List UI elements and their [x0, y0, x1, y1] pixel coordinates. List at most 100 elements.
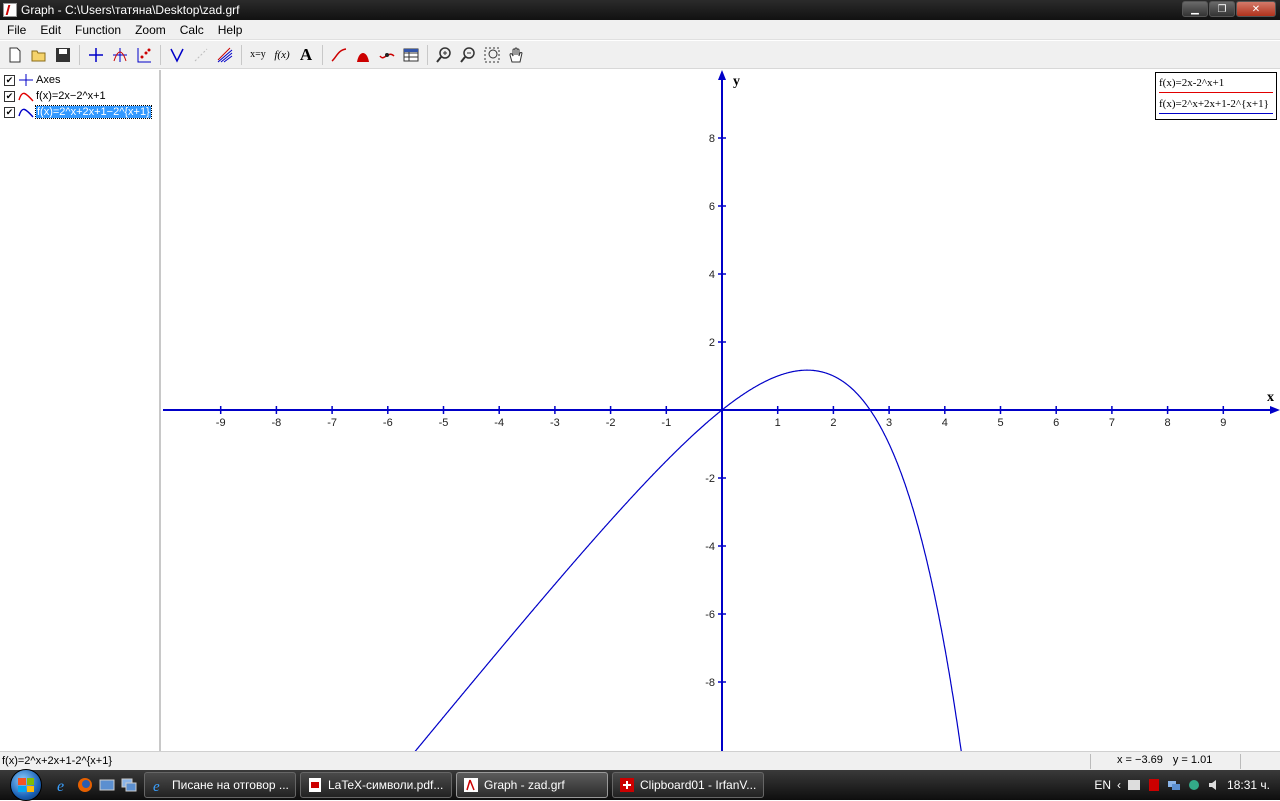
y-tick-label: 8: [709, 133, 715, 145]
pdf-icon: [309, 778, 321, 792]
taskbar-button-label: Graph - zad.grf: [484, 778, 565, 792]
firefox-icon[interactable]: [74, 774, 96, 796]
red-curve-icon: [18, 92, 34, 102]
insert-text-button[interactable]: A: [294, 43, 318, 67]
start-button[interactable]: [0, 769, 52, 801]
graph-canvas[interactable]: -9 -8 -7 -6 -5 -4 -3 -2 -1 1 2 3 4 5 6 7 8 9 8 6 4 2 -2 -4 -6 -8 x…: [163, 70, 1280, 751]
function-list-item-f2[interactable]: ✔ f(x)=2^x+2x+1−2^{x+1}: [0, 104, 159, 120]
save-disk-icon[interactable]: [51, 43, 75, 67]
menu-function[interactable]: Function: [68, 23, 128, 37]
x-tick-label: -6: [383, 417, 393, 429]
tangent-icon[interactable]: [165, 43, 189, 67]
title-bar: Graph - C:\Users\татяна\Desktop\zad.grf …: [0, 0, 1280, 20]
menu-edit[interactable]: Edit: [33, 23, 68, 37]
zoom-window-icon[interactable]: [480, 43, 504, 67]
irfanview-icon: [620, 778, 634, 792]
legend-label: f(x)=2^x+2x+1-2^{x+1}: [1159, 98, 1269, 110]
function-list-panel: ✔ Axes ✔ f(x)=2x−2^x+1 ✔ f(x)=2^x+2x+1−2…: [0, 70, 161, 751]
evaluate-icon[interactable]: [375, 43, 399, 67]
show-desktop-icon[interactable]: [96, 774, 118, 796]
legend-box: f(x)=2x-2^x+1 f(x)=2^x+2x+1-2^{x+1}: [1155, 72, 1277, 120]
insert-function-icon[interactable]: [108, 43, 132, 67]
x-tick-label: -1: [661, 417, 671, 429]
visibility-checkbox[interactable]: ✔: [4, 106, 15, 118]
minimize-button[interactable]: ▁: [1182, 1, 1208, 17]
switch-windows-icon[interactable]: [118, 774, 140, 796]
menu-file[interactable]: File: [0, 23, 33, 37]
insert-fx-button[interactable]: f(x): [270, 43, 294, 67]
x-tick-label: 9: [1220, 417, 1226, 429]
status-function: f(x)=2^x+2x+1-2^{x+1}: [2, 755, 112, 767]
function-list-item-axes[interactable]: ✔ Axes: [0, 72, 159, 88]
clock[interactable]: 18:31 ч.: [1227, 778, 1270, 792]
y-tick-label: -6: [705, 609, 715, 621]
graph-app-icon: [3, 3, 17, 17]
network-icon[interactable]: [1167, 778, 1181, 792]
x-tick-label: 4: [942, 417, 948, 429]
x-axis-label: x: [1267, 390, 1274, 405]
toolbar-separator: [79, 44, 80, 65]
axes-icon[interactable]: [84, 43, 108, 67]
cursor-coordinates: x = −3.69 y = 1.01: [1090, 753, 1240, 769]
taskbar-button-graph[interactable]: Graph - zad.grf: [456, 772, 608, 798]
menu-help[interactable]: Help: [211, 23, 250, 37]
status-panel: [1240, 753, 1280, 769]
close-button[interactable]: ✕: [1236, 1, 1276, 17]
new-file-icon[interactable]: [3, 43, 27, 67]
ie-icon: e: [153, 779, 160, 793]
menu-zoom[interactable]: Zoom: [128, 23, 173, 37]
taskbar-button-pdf[interactable]: LaTeX-символи.pdf...: [300, 772, 452, 798]
plot-svg[interactable]: -9 -8 -7 -6 -5 -4 -3 -2 -1 1 2 3 4 5 6 7 8 9 8 6 4 2 -2 -4 -6 -8 x…: [163, 70, 1280, 751]
open-folder-icon[interactable]: [27, 43, 51, 67]
visibility-checkbox[interactable]: ✔: [4, 90, 15, 102]
x-axis-arrow: [1270, 406, 1280, 414]
x-tick-label: 1: [775, 417, 781, 429]
windows-orb-icon: [10, 769, 42, 801]
tray-app-icon[interactable]: [1127, 778, 1141, 792]
table-icon[interactable]: [399, 43, 423, 67]
volume-icon[interactable]: [1207, 778, 1221, 792]
tray-expand-icon[interactable]: ‹: [1117, 778, 1121, 792]
zoom-in-icon[interactable]: [432, 43, 456, 67]
toolbar-separator: [241, 44, 242, 65]
series-line-1: [414, 369, 962, 751]
ie-icon[interactable]: e: [52, 774, 74, 796]
taskbar-button-label: Clipboard01 - IrfanV...: [640, 778, 757, 792]
shading-icon[interactable]: [213, 43, 237, 67]
legend-swatch: [1159, 92, 1273, 93]
x-tick-label: 2: [830, 417, 836, 429]
cursor-y: y = 1.01: [1172, 753, 1213, 766]
axes-icon: [19, 74, 33, 86]
insert-relation-button[interactable]: x=y: [246, 43, 270, 67]
language-indicator[interactable]: EN: [1094, 778, 1111, 792]
taskbar-button-irfanview[interactable]: Clipboard01 - IrfanV...: [612, 772, 764, 798]
window-title: Graph - C:\Users\татяна\Desktop\zad.grf: [21, 3, 240, 17]
curve-icon[interactable]: [327, 43, 351, 67]
taskbar-button-ie[interactable]: e Писане на отговор ...: [144, 772, 296, 798]
system-tray: EN ‹ 18:31 ч.: [1094, 770, 1280, 800]
y-tick-label: 6: [709, 201, 715, 213]
legend-item: f(x)=2x-2^x+1: [1159, 75, 1273, 96]
taskbar: e e Писане на отговор ... LaTeX-символи.…: [0, 769, 1280, 801]
y-tick-label: 4: [709, 269, 715, 281]
toolbar-separator: [322, 44, 323, 65]
zoom-out-icon[interactable]: [456, 43, 480, 67]
x-tick-label: -9: [216, 417, 226, 429]
insert-point-series-icon[interactable]: [132, 43, 156, 67]
x-tick-label: 7: [1109, 417, 1115, 429]
pan-hand-icon[interactable]: [504, 43, 528, 67]
menu-bar: File Edit Function Zoom Calc Help: [0, 20, 1280, 40]
tray-app-icon[interactable]: [1187, 778, 1201, 792]
relation-icon[interactable]: [189, 43, 213, 67]
x-tick-label: 8: [1165, 417, 1171, 429]
area-icon[interactable]: [351, 43, 375, 67]
toolbar: x=y f(x) A: [0, 41, 1280, 69]
graph-app-icon: [464, 778, 478, 792]
tray-app-icon[interactable]: [1147, 778, 1161, 792]
menu-calc[interactable]: Calc: [173, 23, 211, 37]
maximize-button[interactable]: ❐: [1209, 1, 1235, 17]
visibility-checkbox[interactable]: ✔: [4, 74, 15, 86]
function-list-item-f1[interactable]: ✔ f(x)=2x−2^x+1: [0, 88, 159, 104]
x-tick-label: 5: [997, 417, 1003, 429]
taskbar-button-label: Писане на отговор ...: [172, 778, 289, 792]
